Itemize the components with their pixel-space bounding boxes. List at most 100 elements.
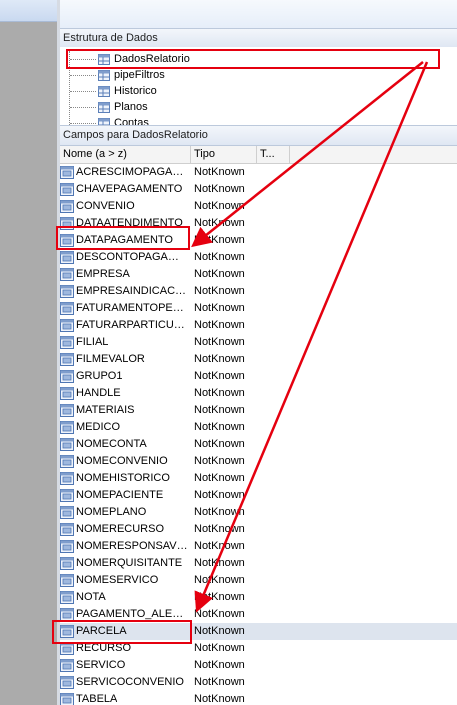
- field-row[interactable]: NOMECONTA NotKnown: [60, 436, 457, 453]
- field-row[interactable]: NOMESERVICO NotKnown: [60, 572, 457, 589]
- field-row[interactable]: HANDLE NotKnown: [60, 385, 457, 402]
- right-toolbar: [60, 0, 457, 28]
- field-type: NotKnown: [194, 404, 245, 416]
- field-name-cell: FILMEVALOR: [60, 351, 188, 368]
- field-icon: [60, 319, 74, 332]
- field-name: NOMERQUISITANTE: [76, 557, 183, 569]
- field-type: NotKnown: [194, 200, 245, 212]
- fields-panel-title: Campos para DadosRelatorio: [60, 125, 457, 146]
- field-row[interactable]: EMPRESA NotKnown: [60, 266, 457, 283]
- field-row[interactable]: DESCONTOPAGAME... NotKnown: [60, 249, 457, 266]
- field-name-cell: SERVICO: [60, 657, 188, 674]
- column-header-type[interactable]: Tipo: [191, 146, 257, 163]
- field-type: NotKnown: [194, 387, 245, 399]
- field-row[interactable]: MEDICO NotKnown: [60, 419, 457, 436]
- field-type: NotKnown: [194, 608, 245, 620]
- field-name: CONVENIO: [76, 200, 135, 212]
- table-icon: [98, 69, 110, 81]
- field-type: NotKnown: [194, 523, 245, 535]
- table-icon: [98, 117, 110, 125]
- field-row[interactable]: MATERIAIS NotKnown: [60, 402, 457, 419]
- table-icon: [98, 101, 110, 113]
- field-name-cell: CHAVEPAGAMENTO: [60, 181, 188, 198]
- field-name-cell: NOMEPLANO: [60, 504, 188, 521]
- field-icon: [60, 302, 74, 315]
- field-row[interactable]: GRUPO1 NotKnown: [60, 368, 457, 385]
- field-row[interactable]: NOTA NotKnown: [60, 589, 457, 606]
- column-header-bar: Nome (a > z) Tipo T...: [60, 146, 457, 164]
- field-name-cell: NOMERESPONSAVEL: [60, 538, 188, 555]
- field-name-cell: ACRESCIMOPAGAM...: [60, 164, 188, 181]
- left-toolbar: [0, 0, 57, 22]
- field-type: NotKnown: [194, 642, 245, 654]
- field-name-cell: CONVENIO: [60, 198, 188, 215]
- field-row[interactable]: NOMERQUISITANTE NotKnown: [60, 555, 457, 572]
- field-name: NOMERECURSO: [76, 523, 165, 535]
- field-name: NOMEHISTORICO: [76, 472, 170, 484]
- field-type: NotKnown: [194, 353, 245, 365]
- field-row[interactable]: FATURAMENTOPERC NotKnown: [60, 300, 457, 317]
- tree-item-planos[interactable]: Planos: [98, 99, 148, 115]
- field-type: NotKnown: [194, 574, 245, 586]
- column-header-t[interactable]: T...: [257, 146, 290, 163]
- field-row[interactable]: FATURARPARTICUL... NotKnown: [60, 317, 457, 334]
- field-name-cell: NOMEPACIENTE: [60, 487, 188, 504]
- field-name-cell: MATERIAIS: [60, 402, 188, 419]
- field-icon: [60, 591, 74, 604]
- field-name: NOMEPACIENTE: [76, 489, 164, 501]
- field-name: MATERIAIS: [76, 404, 135, 416]
- field-type: NotKnown: [194, 591, 245, 603]
- field-row[interactable]: CONVENIO NotKnown: [60, 198, 457, 215]
- highlight-box-dadosrelatorio: [66, 49, 440, 69]
- field-row[interactable]: NOMEPACIENTE NotKnown: [60, 487, 457, 504]
- field-row[interactable]: NOMERECURSO NotKnown: [60, 521, 457, 538]
- field-type: NotKnown: [194, 285, 245, 297]
- field-icon: [60, 200, 74, 213]
- field-type: NotKnown: [194, 693, 245, 705]
- tree-item-pipefiltros[interactable]: pipeFiltros: [98, 67, 165, 83]
- field-name-cell: FATURARPARTICUL...: [60, 317, 188, 334]
- field-name: ACRESCIMOPAGAM...: [76, 166, 188, 178]
- field-name-cell: NOMECONTA: [60, 436, 188, 453]
- field-row[interactable]: FILMEVALOR NotKnown: [60, 351, 457, 368]
- field-icon: [60, 387, 74, 400]
- tree-item-label: pipeFiltros: [114, 69, 165, 81]
- field-row[interactable]: NOMERESPONSAVEL NotKnown: [60, 538, 457, 555]
- field-name: HANDLE: [76, 387, 121, 399]
- table-icon: [98, 85, 110, 97]
- field-row[interactable]: CHAVEPAGAMENTO NotKnown: [60, 181, 457, 198]
- field-icon: [60, 506, 74, 519]
- field-row[interactable]: EMPRESAINDICACAO NotKnown: [60, 283, 457, 300]
- field-name: NOMECONVENIO: [76, 455, 168, 467]
- field-name-cell: FILIAL: [60, 334, 188, 351]
- field-icon: [60, 557, 74, 570]
- column-header-name[interactable]: Nome (a > z): [60, 146, 191, 163]
- field-name: EMPRESAINDICACAO: [76, 285, 188, 297]
- field-name-cell: DESCONTOPAGAME...: [60, 249, 188, 266]
- field-icon: [60, 285, 74, 298]
- field-name: GRUPO1: [76, 370, 123, 382]
- field-type: NotKnown: [194, 540, 245, 552]
- field-type: NotKnown: [194, 234, 245, 246]
- field-name: NOMECONTA: [76, 438, 147, 450]
- field-type: NotKnown: [194, 676, 245, 688]
- field-type: NotKnown: [194, 370, 245, 382]
- field-row[interactable]: SERVICO NotKnown: [60, 657, 457, 674]
- field-type: NotKnown: [194, 251, 245, 263]
- field-name: FATURAMENTOPERC: [76, 302, 188, 314]
- field-icon: [60, 523, 74, 536]
- field-type: NotKnown: [194, 489, 245, 501]
- tree-item-historico[interactable]: Historico: [98, 83, 157, 99]
- field-row[interactable]: NOMEPLANO NotKnown: [60, 504, 457, 521]
- field-row[interactable]: ACRESCIMOPAGAM... NotKnown: [60, 164, 457, 181]
- highlight-box-datapagamento: [56, 226, 190, 250]
- field-icon: [60, 183, 74, 196]
- field-name: CHAVEPAGAMENTO: [76, 183, 183, 195]
- field-row[interactable]: NOMECONVENIO NotKnown: [60, 453, 457, 470]
- field-icon: [60, 455, 74, 468]
- tree-item-contas[interactable]: Contas: [98, 115, 149, 125]
- field-row[interactable]: SERVICOCONVENIO NotKnown: [60, 674, 457, 691]
- field-row[interactable]: NOMEHISTORICO NotKnown: [60, 470, 457, 487]
- field-row[interactable]: FILIAL NotKnown: [60, 334, 457, 351]
- field-row[interactable]: TABELA NotKnown: [60, 691, 457, 705]
